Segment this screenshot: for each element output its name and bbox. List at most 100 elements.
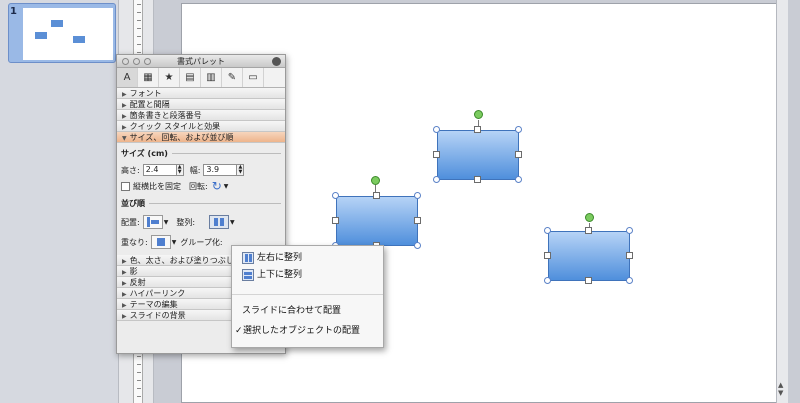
palette-options-icon[interactable]	[272, 57, 281, 66]
selection-handle[interactable]	[515, 126, 522, 133]
selection-handle[interactable]	[373, 192, 380, 199]
palette-titlebar[interactable]: 書式パレット	[117, 55, 285, 68]
ruler-tick	[137, 388, 141, 389]
shapes-stars-icon[interactable]: ★	[159, 68, 180, 87]
ruler-tick	[137, 44, 141, 45]
rectangle-shape-1[interactable]	[336, 196, 418, 246]
rotation-handle[interactable]	[585, 213, 594, 222]
order-group-header: 並び順	[121, 198, 281, 209]
height-field[interactable]: 2.4	[142, 164, 177, 176]
selection-handle[interactable]	[544, 252, 551, 259]
tools-wrench-icon[interactable]: ✎	[222, 68, 243, 87]
selection-handle[interactable]	[585, 227, 592, 234]
disclosure-triangle-icon: ▶	[122, 302, 127, 309]
height-stepper[interactable]: ▲ ▼	[176, 164, 184, 176]
selection-handle[interactable]	[544, 277, 551, 284]
rectangle-shape-2[interactable]	[437, 130, 519, 180]
object-palette-icon[interactable]: ▦	[138, 68, 159, 87]
slide-thumbnail[interactable]	[8, 3, 116, 63]
lock-aspect-ratio-checkbox[interactable]	[121, 181, 130, 191]
selection-handle[interactable]	[544, 227, 551, 234]
align-distribute-menu: 左右に整列 上下に整列 スライドに合わせて配置 ✓ 選択したオブジェクトの配置	[231, 245, 384, 348]
zoom-window-icon[interactable]	[144, 58, 151, 65]
position-label: 配置:	[121, 217, 140, 227]
thumbnail-shape	[51, 20, 63, 27]
selection-handle[interactable]	[414, 192, 421, 199]
height-label: 高さ:	[121, 165, 140, 175]
selection-handle[interactable]	[515, 176, 522, 183]
rotation-handle[interactable]	[371, 176, 380, 185]
selection-handle[interactable]	[474, 126, 481, 133]
selection-handle[interactable]	[626, 277, 633, 284]
section-size-rotation-order[interactable]: ▼ サイズ、回転、および並び順	[117, 132, 285, 143]
selection-handle[interactable]	[474, 176, 481, 183]
ruler-tick	[137, 20, 141, 21]
selection-handle[interactable]	[332, 217, 339, 224]
scroll-arrows-icon[interactable]: ▲ ▼	[778, 381, 783, 397]
rectangle-shape-3[interactable]	[548, 231, 630, 281]
disclosure-triangle-icon: ▶	[122, 124, 127, 131]
menu-item-distribute-horizontally[interactable]: 左右に整列	[242, 250, 302, 266]
position-align-row: 配置: ▼ 整列: ▼	[121, 212, 281, 232]
align-label: 整列:	[176, 217, 196, 227]
chevron-down-icon[interactable]: ▼	[164, 219, 169, 226]
stacking-order-button[interactable]	[150, 235, 171, 249]
distribute-vertical-icon	[242, 269, 254, 281]
section-quick-styles[interactable]: ▶ クイック スタイルと効果	[117, 121, 285, 132]
selection-handle[interactable]	[433, 176, 440, 183]
disclosure-triangle-icon: ▶	[122, 113, 127, 120]
reference-tools-icon[interactable]: ▥	[201, 68, 222, 87]
disclosure-triangle-icon: ▶	[122, 258, 127, 265]
ruler-tick	[137, 28, 141, 29]
menu-item-distribute-vertically[interactable]: 上下に整列	[242, 267, 302, 283]
close-window-icon[interactable]	[122, 58, 129, 65]
selection-handle[interactable]	[332, 192, 339, 199]
menu-separator	[232, 294, 383, 295]
size-rotation-order-panel: サイズ (cm) 高さ: 2.4 ▲ ▼ 幅: 3.9 ▲ ▼ 縦横比を固定 回転:…	[117, 143, 285, 255]
selection-handle[interactable]	[585, 277, 592, 284]
rotation-handle[interactable]	[474, 110, 483, 119]
disclosure-triangle-icon: ▶	[122, 313, 127, 320]
lock-rotation-row: 縦横比を固定 回転: ↻ ▼	[121, 178, 281, 194]
menu-item-align-to-slide[interactable]: スライドに合わせて配置	[242, 303, 341, 319]
toolbox-icon[interactable]: ▭	[243, 68, 264, 87]
slide-thumbnail-pane: 1	[0, 0, 118, 403]
selection-handle[interactable]	[626, 227, 633, 234]
ruler-tick	[137, 4, 141, 5]
thumbnail-shape	[35, 32, 47, 39]
selection-handle[interactable]	[414, 242, 421, 249]
ruler-tick	[137, 52, 141, 53]
selection-handle[interactable]	[433, 126, 440, 133]
selection-handle[interactable]	[414, 217, 421, 224]
format-text-icon[interactable]: A	[117, 68, 138, 87]
stacking-label: 重なり:	[121, 237, 148, 247]
width-label: 幅:	[189, 165, 201, 175]
vertical-scrollbar[interactable]: ▲ ▼	[776, 0, 788, 403]
menu-item-align-selected-objects[interactable]: ✓ 選択したオブジェクトの配置	[235, 323, 360, 339]
rotate-icon[interactable]: ↻	[212, 179, 222, 193]
palette-toolbar: A ▦ ★ ▤ ▥ ✎ ▭	[117, 68, 285, 88]
align-distribute-button[interactable]	[209, 215, 230, 229]
selection-handle[interactable]	[515, 151, 522, 158]
section-bullets-numbering[interactable]: ▶ 箇条書きと段落番号	[117, 110, 285, 121]
chevron-down-icon[interactable]: ▼	[230, 219, 235, 226]
chevron-down-icon[interactable]: ▼	[172, 239, 177, 246]
width-stepper[interactable]: ▲ ▼	[237, 164, 245, 176]
section-font[interactable]: ▶ フォント	[117, 88, 285, 99]
section-alignment-spacing[interactable]: ▶ 配置と間隔	[117, 99, 285, 110]
palette-title: 書式パレット	[177, 57, 225, 66]
disclosure-triangle-open-icon: ▼	[122, 135, 127, 142]
width-field[interactable]: 3.9	[203, 164, 238, 176]
slide-number: 1	[10, 6, 17, 17]
rotation-label: 回転:	[189, 181, 208, 191]
scrapbook-icon[interactable]: ▤	[180, 68, 201, 87]
selection-handle[interactable]	[626, 252, 633, 259]
ruler-tick	[137, 396, 141, 397]
ruler-tick	[137, 12, 141, 13]
ruler-tick	[137, 36, 141, 37]
position-button[interactable]	[142, 215, 163, 229]
chevron-down-icon[interactable]: ▼	[224, 183, 229, 190]
minimize-window-icon[interactable]	[133, 58, 140, 65]
selection-handle[interactable]	[433, 151, 440, 158]
ruler-tick	[137, 380, 141, 381]
